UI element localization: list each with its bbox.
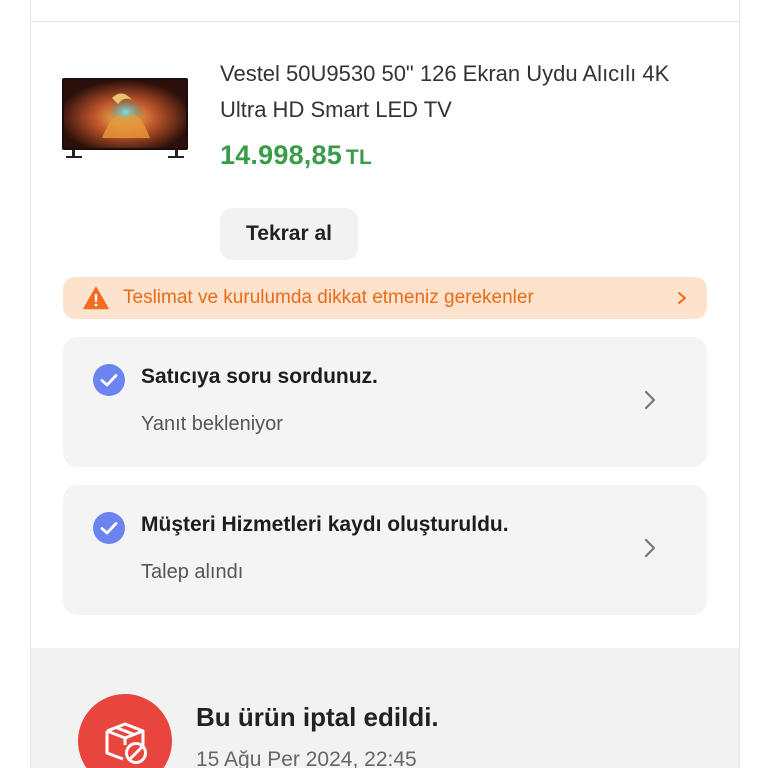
product-title[interactable]: Vestel 50U9530 50" 126 Ekran Uydu Alıcıl… [220,56,720,128]
cancelled-package-icon [78,694,172,768]
status-subtitle: Talep alındı [141,561,244,583]
check-circle-icon [93,512,125,544]
product-image[interactable] [62,78,188,158]
chevron-right-icon [644,390,656,410]
status-title: Müşteri Hizmetleri kaydı oluşturuldu. [141,513,509,536]
status-subtitle: Yanıt bekleniyor [141,413,283,435]
chevron-right-icon [678,292,686,304]
chevron-right-icon [644,538,656,558]
order-detail-panel: Vestel 50U9530 50" 126 Ekran Uydu Alıcıl… [30,0,740,768]
customer-service-card[interactable]: Müşteri Hizmetleri kaydı oluşturuldu. Ta… [63,485,707,615]
status-title: Satıcıya soru sordunuz. [141,365,378,388]
cancellation-title: Bu ürün iptal edildi. [196,702,439,732]
rebuy-button[interactable]: Tekrar al [220,208,358,260]
check-circle-icon [93,364,125,396]
warning-triangle-icon [83,286,109,310]
price-currency: TL [345,146,372,169]
cancellation-date: 15 Ağu Per 2024, 22:45 [196,748,417,768]
cancellation-section: Bu ürün iptal edildi. 15 Ağu Per 2024, 2… [31,648,739,768]
seller-question-card[interactable]: Satıcıya soru sordunuz. Yanıt bekleniyor [63,337,707,467]
previous-card-edge [31,0,739,22]
warning-text: Teslimat ve kurulumda dikkat etmeniz ger… [123,287,534,308]
delivery-warning-banner[interactable]: Teslimat ve kurulumda dikkat etmeniz ger… [63,277,707,319]
product-price: 14.998,85 TL [220,140,372,171]
price-amount: 14.998,85 [220,140,342,170]
